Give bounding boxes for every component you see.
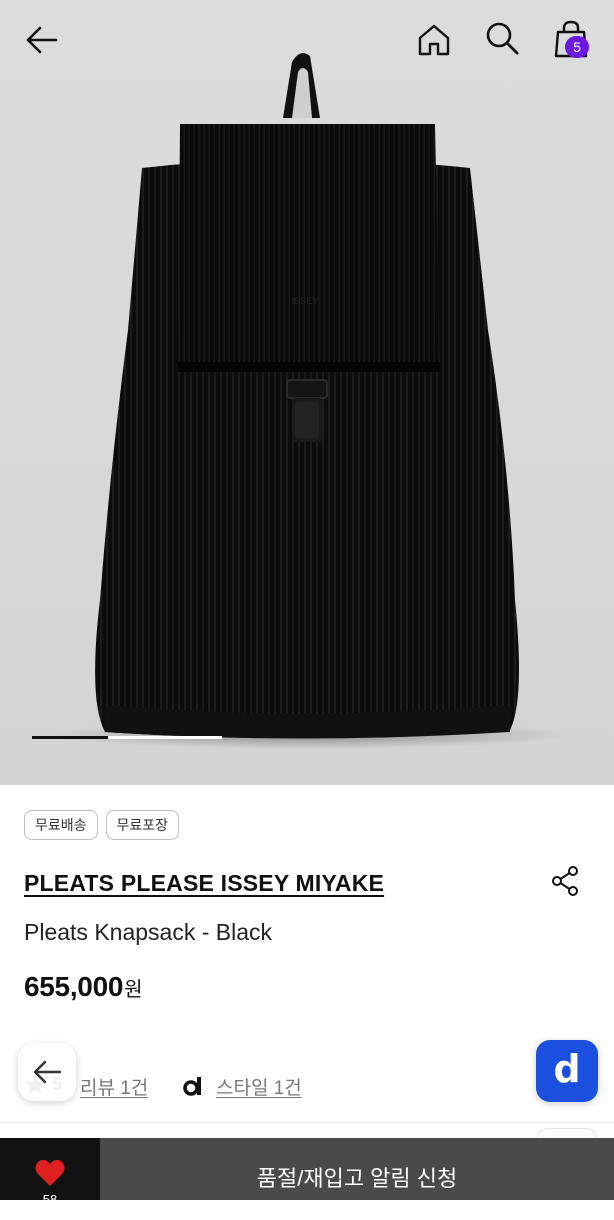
app-shortcut-label: d	[553, 1047, 581, 1091]
divider	[0, 1122, 614, 1123]
cart-count-badge: 5	[565, 36, 589, 58]
svg-text:ISSEY: ISSEY	[292, 296, 319, 306]
benefit-tags: 무료배송 무료포장	[24, 810, 180, 840]
floating-back-button[interactable]	[18, 1043, 76, 1101]
free-wrapping-tag: 무료포장	[105, 810, 180, 840]
home-icon[interactable]	[414, 20, 454, 60]
share-icon[interactable]	[548, 864, 582, 898]
product-name: Pleats Knapsack - Black	[24, 919, 273, 945]
free-shipping-tag: 무료배송	[24, 810, 98, 840]
app-shortcut-button[interactable]: d	[536, 1040, 598, 1102]
product-image-gallery[interactable]: ISSEY 5	[0, 0, 614, 785]
like-button[interactable]: 58	[0, 1138, 100, 1207]
gallery-progress-fill	[32, 736, 108, 739]
price-value: 655,000	[24, 971, 124, 1002]
product-image: ISSEY	[50, 53, 570, 749]
search-icon[interactable]	[482, 18, 522, 58]
top-navigation-bar: 5	[0, 0, 614, 80]
brand-name-link[interactable]: PLEATS PLEASE ISSEY MIYAKE	[24, 870, 384, 897]
product-price: 655,000원	[24, 971, 143, 1003]
d-logo-icon	[183, 1077, 201, 1096]
gallery-progress-bar	[32, 736, 222, 739]
back-arrow-icon	[33, 1060, 62, 1084]
restock-alert-button[interactable]: 품절/재입고 알림 신청	[100, 1138, 614, 1200]
style-link[interactable]: 스타일 1건	[216, 1073, 302, 1100]
back-arrow-icon[interactable]	[22, 20, 62, 60]
bottom-action-bar: 58 품절/재입고 알림 신청	[0, 1138, 614, 1207]
heart-icon	[35, 1159, 65, 1186]
price-currency: 원	[124, 979, 143, 1001]
review-style-summary: 5 리뷰 1건 스타일 1건	[24, 1064, 424, 1100]
reviews-link[interactable]: 리뷰 1건	[80, 1073, 148, 1100]
